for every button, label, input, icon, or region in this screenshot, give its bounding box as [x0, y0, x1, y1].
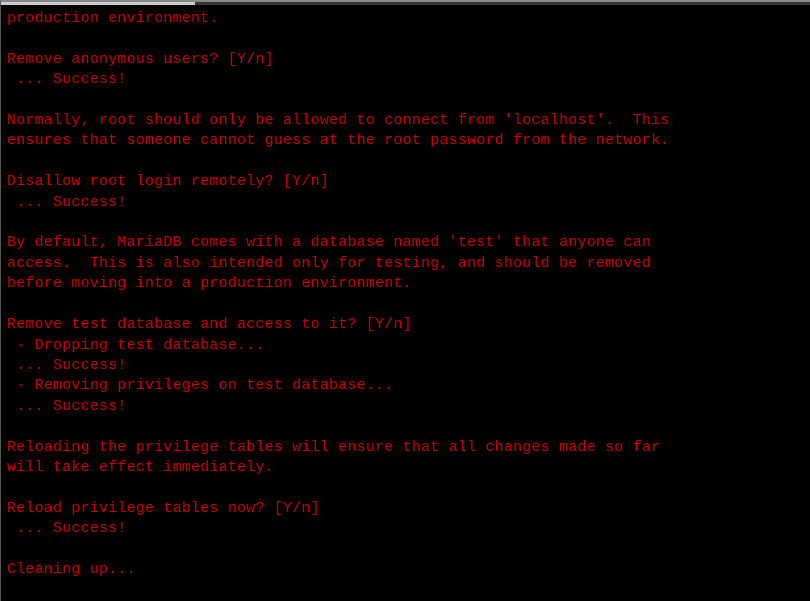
terminal-output: production environment. Remove anonymous… [1, 5, 810, 584]
